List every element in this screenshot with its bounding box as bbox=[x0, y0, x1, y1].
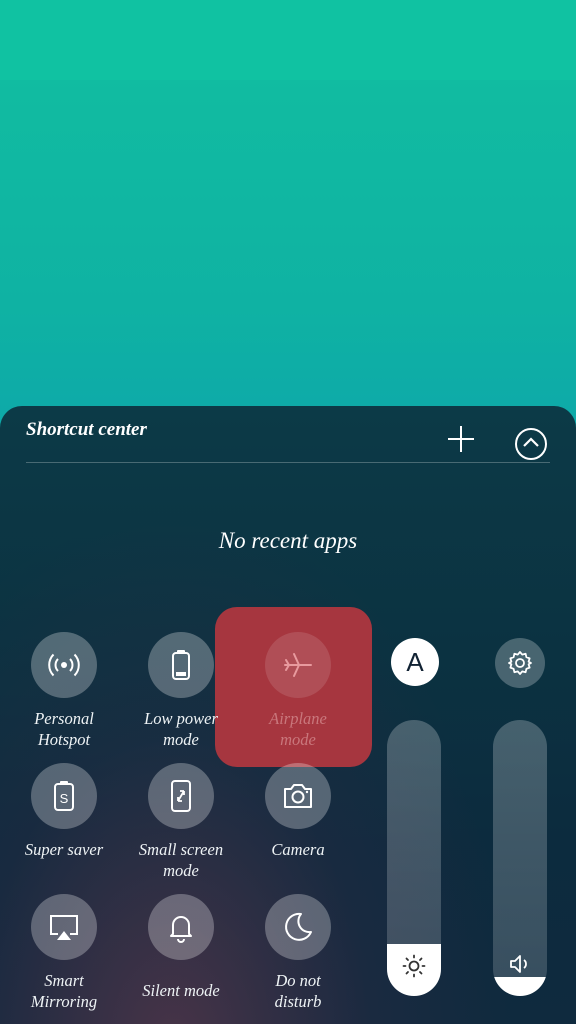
auto-brightness-button[interactable]: A bbox=[391, 638, 439, 686]
volume-fill bbox=[493, 976, 547, 996]
tile-icon-circle: S bbox=[31, 763, 97, 829]
tile-label: Do not disturb bbox=[274, 971, 322, 1011]
tile-low-power-mode[interactable]: Low power mode bbox=[126, 632, 236, 752]
tile-label: Camera bbox=[271, 840, 325, 859]
tile-label: Low power mode bbox=[144, 709, 218, 749]
tile-camera[interactable]: Camera bbox=[243, 763, 353, 883]
tile-icon-circle bbox=[265, 632, 331, 698]
panel-header: Shortcut center bbox=[26, 420, 550, 466]
tile-icon-circle bbox=[265, 763, 331, 829]
tile-do-not-disturb[interactable]: Do not disturb bbox=[243, 894, 353, 1014]
gear-icon bbox=[508, 651, 532, 675]
tile-smart-mirroring[interactable]: Smart Mirroring bbox=[9, 894, 119, 1014]
tile-label: Smart Mirroring bbox=[30, 971, 98, 1011]
sun-icon bbox=[402, 954, 426, 978]
volume-slider[interactable] bbox=[493, 720, 547, 996]
tile-icon-circle bbox=[148, 763, 214, 829]
battery-icon bbox=[172, 650, 190, 680]
chevron-up-icon bbox=[523, 437, 539, 447]
camera-icon bbox=[284, 784, 312, 808]
collapse-button[interactable] bbox=[515, 428, 547, 460]
brightness-slider[interactable] bbox=[387, 720, 441, 996]
super-saver-icon: S bbox=[54, 781, 74, 811]
svg-text:S: S bbox=[60, 791, 69, 806]
tile-icon-circle bbox=[265, 894, 331, 960]
tile-small-screen-mode[interactable]: Small screen mode bbox=[126, 763, 236, 883]
tile-silent-mode[interactable]: Silent mode bbox=[126, 894, 236, 1014]
airplane-icon bbox=[284, 653, 312, 677]
hotspot-icon bbox=[48, 653, 80, 677]
mirroring-icon bbox=[50, 915, 78, 940]
tile-label: Silent mode bbox=[142, 981, 220, 1000]
no-recent-apps-message: No recent apps bbox=[218, 528, 358, 553]
bell-icon bbox=[170, 916, 192, 943]
settings-button[interactable] bbox=[495, 638, 545, 688]
tile-icon-circle bbox=[148, 632, 214, 698]
tile-icon-circle bbox=[31, 894, 97, 960]
tile-label: Small screen mode bbox=[138, 840, 224, 880]
tile-label: Personal Hotspot bbox=[34, 709, 94, 749]
tile-label: Airplane mode bbox=[269, 709, 327, 749]
add-shortcut-button[interactable] bbox=[444, 422, 478, 456]
tile-icon-circle bbox=[31, 632, 97, 698]
panel-title: Shortcut center bbox=[26, 419, 147, 440]
tile-super-saver[interactable]: S Super saver bbox=[9, 763, 119, 883]
tile-personal-hotspot[interactable]: Personal Hotspot bbox=[9, 632, 119, 752]
tile-airplane-mode[interactable]: Airplane mode bbox=[243, 632, 353, 752]
status-area bbox=[0, 0, 576, 80]
tile-label: Super saver bbox=[24, 840, 104, 859]
small-screen-icon bbox=[171, 780, 191, 812]
tile-icon-circle bbox=[148, 894, 214, 960]
divider bbox=[26, 462, 550, 463]
speaker-icon bbox=[510, 955, 527, 973]
shortcut-center-panel: Shortcut center No recent apps Personal H… bbox=[0, 406, 576, 1024]
moon-icon bbox=[285, 912, 312, 941]
